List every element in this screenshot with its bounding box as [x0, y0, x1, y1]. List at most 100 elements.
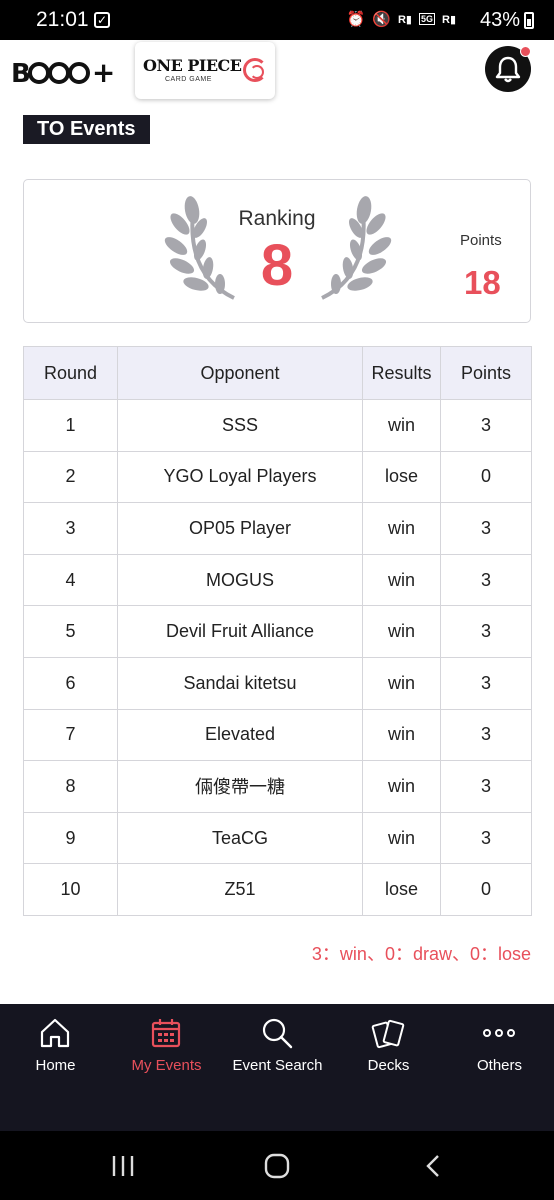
nav-label-others: Others [476, 1057, 522, 1074]
signal-icon: R▮ [397, 13, 412, 26]
network-type: 5G [418, 13, 435, 25]
status-time: 21:01 [36, 8, 89, 31]
table-row: 4 MOGUS win 3 [23, 553, 532, 607]
points-cell: 0 [440, 450, 532, 504]
header-points: Points [440, 346, 532, 400]
points-cell: 3 [440, 760, 532, 813]
table-row: 8 倆傻帶一糖 win 3 [23, 760, 532, 813]
app-header: B + ONE PIECE CARD GAME [0, 40, 554, 106]
back-icon[interactable] [420, 1153, 446, 1179]
ranking-label: Ranking [238, 207, 316, 230]
result-cell: win [362, 605, 441, 658]
points-cell: 3 [440, 553, 532, 607]
table-row: 10 Z51 lose 0 [23, 863, 532, 916]
result-cell: win [362, 502, 441, 555]
bottom-nav: Home My Events Event Search Decks Others [0, 1004, 554, 1131]
header-opponent: Opponent [117, 346, 363, 400]
more-icon [483, 1029, 515, 1037]
nav-label-home: Home [35, 1057, 76, 1074]
table-header-row: Round Opponent Results Points [23, 346, 532, 400]
header-round: Round [23, 346, 118, 400]
nav-label-my-events: My Events [131, 1057, 202, 1074]
opponent-cell: YGO Loyal Players [117, 450, 363, 504]
points-label: Points [460, 232, 502, 249]
table-row: 3 OP05 Player win 3 [23, 502, 532, 555]
result-cell: win [362, 811, 441, 865]
bandai-logo-plus: + [91, 56, 115, 89]
cards-icon [371, 1019, 405, 1049]
table-row: 9 TeaCG win 3 [23, 811, 532, 865]
status-bar: 21:01 ✓ ⏰ 🔇 R▮ 5G R▮ 43% [0, 0, 554, 40]
nav-item-home[interactable]: Home [0, 1004, 111, 1094]
round-cell: 8 [23, 760, 118, 813]
opponent-cell: SSS [117, 399, 363, 452]
result-cell: win [362, 760, 441, 813]
logo-ring-icon [67, 62, 90, 84]
round-cell: 10 [23, 863, 118, 916]
points-value: 18 [464, 264, 501, 301]
nav-item-my-events[interactable]: My Events [111, 1004, 222, 1094]
swap-icon [243, 58, 267, 82]
result-cell: win [362, 553, 441, 607]
game-logo-subtitle: CARD GAME [165, 76, 212, 83]
nav-label-event-search: Event Search [232, 1057, 323, 1074]
notification-button[interactable] [485, 46, 531, 92]
bandai-logo[interactable]: B + [11, 56, 115, 89]
page-title: TO Events [23, 115, 150, 144]
points-cell: 3 [440, 399, 532, 452]
header-results: Results [362, 346, 441, 400]
ranking-card: Ranking 8 Points 18 [23, 179, 531, 323]
nav-item-event-search[interactable]: Event Search [222, 1004, 333, 1094]
system-nav-bar [0, 1131, 554, 1200]
nav-label-decks: Decks [367, 1057, 410, 1074]
opponent-cell: MOGUS [117, 553, 363, 607]
round-cell: 2 [23, 450, 118, 504]
points-cell: 3 [440, 502, 532, 555]
points-legend: 3：win、0：draw、0：lose [311, 944, 531, 964]
status-icons: ⏰ 🔇 R▮ 5G R▮ [347, 10, 456, 28]
table-row: 1 SSS win 3 [23, 399, 532, 452]
table-row: 5 Devil Fruit Alliance win 3 [23, 605, 532, 658]
battery-percent: 43% [479, 9, 520, 31]
alarm-icon: ⏰ [346, 11, 366, 28]
table-row: 2 YGO Loyal Players lose 0 [23, 450, 532, 504]
opponent-cell: OP05 Player [117, 502, 363, 555]
signal-icon-2: R▮ [442, 13, 456, 26]
result-cell: win [362, 708, 441, 762]
round-cell: 9 [23, 811, 118, 865]
points-cell: 3 [440, 605, 532, 658]
logo-ring-icon [47, 62, 70, 84]
mute-icon: 🔇 [372, 11, 391, 28]
round-cell: 5 [23, 605, 118, 658]
calendar-icon [151, 1019, 181, 1048]
results-table: Round Opponent Results Points 1 SSS win … [23, 346, 532, 916]
opponent-cell: Sandai kitetsu [117, 656, 363, 710]
round-cell: 7 [23, 708, 118, 762]
result-cell: lose [362, 450, 441, 504]
unread-dot [520, 46, 531, 57]
nav-item-others[interactable]: Others [444, 1004, 554, 1094]
result-cell: win [362, 399, 441, 452]
bandai-logo-letter: B [11, 59, 31, 89]
recent-apps-icon[interactable] [110, 1153, 136, 1179]
result-cell: lose [362, 863, 441, 916]
nav-item-decks[interactable]: Decks [333, 1004, 444, 1094]
opponent-cell: Z51 [117, 863, 363, 916]
points-cell: 0 [440, 863, 532, 916]
search-icon [262, 1018, 293, 1049]
round-cell: 3 [23, 502, 118, 555]
notification-check-icon: ✓ [94, 12, 110, 28]
game-logo-title: ONE PIECE [143, 56, 242, 75]
round-cell: 1 [23, 399, 118, 452]
points-cell: 3 [440, 708, 532, 762]
opponent-cell: Devil Fruit Alliance [117, 605, 363, 658]
points-cell: 3 [440, 656, 532, 710]
table-row: 7 Elevated win 3 [23, 708, 532, 762]
round-cell: 4 [23, 553, 118, 607]
opponent-cell: Elevated [117, 708, 363, 762]
home-button-icon[interactable] [264, 1153, 290, 1179]
opponent-cell: TeaCG [117, 811, 363, 865]
points-cell: 3 [440, 811, 532, 865]
one-piece-logo[interactable]: ONE PIECE CARD GAME [135, 42, 275, 99]
home-icon [40, 1018, 70, 1048]
